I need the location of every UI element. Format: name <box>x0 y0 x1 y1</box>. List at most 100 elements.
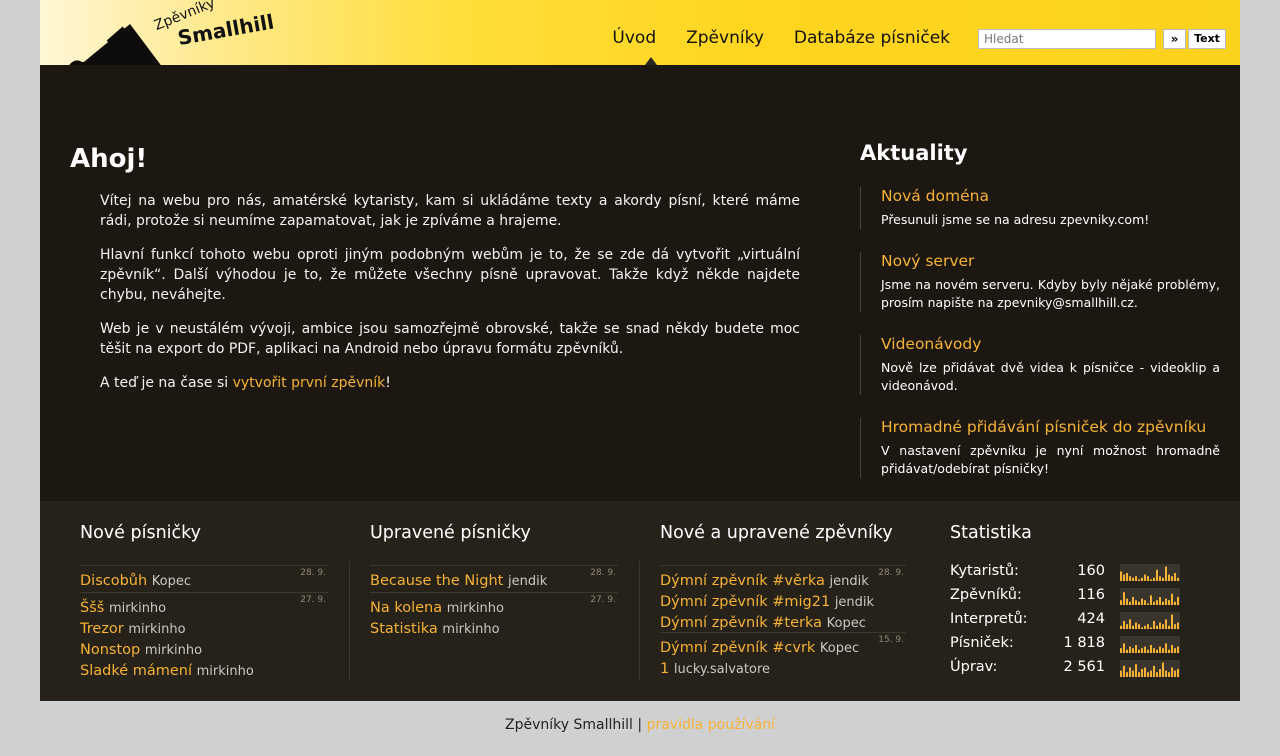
stat-value: 1 818 <box>1063 635 1105 651</box>
sparkline-bar <box>1162 577 1164 581</box>
date-group: 27. 9. Na kolena mirkinho Statistika mirki… <box>370 592 618 640</box>
item-title-link[interactable]: Sladké mámení <box>80 663 192 679</box>
sparkline-bar <box>1171 645 1173 653</box>
list-item: Because the Night jendik <box>370 571 618 592</box>
sparkline-bar <box>1141 598 1143 605</box>
sparkline-bar <box>1153 601 1155 605</box>
sparkline-bar <box>1144 574 1146 581</box>
item-user: jendik <box>507 574 548 589</box>
item-title-link[interactable]: Dýmní zpěvník #věrka <box>660 573 825 589</box>
stat-label: Zpěvníků: <box>950 587 1022 603</box>
item-user: Kopec <box>819 641 860 656</box>
sparkline-bar <box>1129 646 1131 653</box>
main-nav: Úvod Zpěvníky Databáze písniček <box>612 28 950 48</box>
item-user: Kopec <box>151 574 192 589</box>
sparkline-bar <box>1153 621 1155 629</box>
sparkline-bar <box>1120 648 1122 653</box>
sparkline-bar <box>1138 624 1140 629</box>
sparkline-bar <box>1174 648 1176 653</box>
news-item-title[interactable]: Nový server <box>881 252 1220 270</box>
item-user: lucky.salvatore <box>673 662 770 677</box>
intro-text: Vítej na webu pro nás, amatérské kytaris… <box>100 191 800 407</box>
sparkline-bar <box>1153 577 1155 581</box>
main-content: Ahoj! Vítej na webu pro nás, amatérské k… <box>40 65 1240 501</box>
sparkline-bar <box>1126 598 1128 605</box>
list-item: 1 lucky.salvatore <box>660 659 906 680</box>
news-item-title[interactable]: Hromadné přidávání písniček do zpěvníku <box>881 418 1220 436</box>
item-title-link[interactable]: Trezor <box>80 621 124 637</box>
sparkline-bar <box>1159 669 1161 677</box>
news-item: Nová doména Přesunuli jsme se na adresu z… <box>860 187 1220 229</box>
create-songbook-link[interactable]: vytvořit první zpěvník <box>233 375 386 391</box>
sparkline-bar <box>1174 573 1176 581</box>
news-item-title[interactable]: Videonávody <box>881 335 1220 353</box>
copyright: Zpěvníky Smallhill | pravidla používání <box>0 717 1280 733</box>
item-title-link[interactable]: 1 <box>660 661 669 677</box>
item-user: mirkinho <box>108 601 167 616</box>
sparkline-bar <box>1126 573 1128 581</box>
stat-label: Písniček: <box>950 635 1014 651</box>
intro-title: Ahoj! <box>70 144 148 174</box>
stat-row: Úprav: 2 561 <box>950 659 1180 683</box>
sparkline-bar <box>1159 597 1161 605</box>
item-user: mirkinho <box>128 622 186 637</box>
sparkline-bar <box>1138 649 1140 653</box>
sparkline-bar <box>1132 670 1134 677</box>
rules-link[interactable]: pravidla používání <box>647 717 775 733</box>
list-item: Dýmní zpěvník #mig21 jendik <box>660 592 906 613</box>
sparkline-bar <box>1147 576 1149 581</box>
item-title-link[interactable]: Dýmní zpěvník #terka <box>660 615 822 631</box>
sparkline-bar <box>1168 625 1170 629</box>
column-divider <box>349 561 350 681</box>
sparkline-bar <box>1153 665 1155 677</box>
stat-row: Písniček: 1 818 <box>950 635 1180 659</box>
sparkline-bar <box>1165 643 1167 653</box>
stat-value: 2 561 <box>1063 659 1105 675</box>
item-title-link[interactable]: Ššš <box>80 600 104 616</box>
edited-songs-title: Upravené písničky <box>370 523 531 543</box>
sparkline-chart <box>1120 564 1180 581</box>
intro-cta-end: ! <box>385 375 391 391</box>
sparkline-bar <box>1138 672 1140 677</box>
sparkline-chart <box>1120 612 1180 629</box>
list-item: Dýmní zpěvník #terka Kopec <box>660 613 906 634</box>
news-item-title[interactable]: Nová doména <box>881 187 1220 205</box>
item-user: jendik <box>829 574 869 589</box>
intro-paragraph: Hlavní funkcí tohoto webu oproti jiným p… <box>100 247 800 303</box>
sparkline-bar <box>1138 579 1140 581</box>
edited-songs-column: Upravené písničky 28. 9. Because the Nigh… <box>370 501 618 701</box>
nav-uvod[interactable]: Úvod <box>612 28 656 48</box>
item-title-link[interactable]: Dýmní zpěvník #cvrk <box>660 640 815 656</box>
nav-zpevniky[interactable]: Zpěvníky <box>686 28 764 48</box>
sparkline-bar <box>1159 576 1161 581</box>
item-title-link[interactable]: Because the Night <box>370 573 503 589</box>
search-go-button[interactable]: » <box>1163 29 1186 49</box>
item-title-link[interactable]: Discobůh <box>80 573 147 589</box>
new-songs-column: Nové písničky 28. 9. Discobůh Kopec 27. 9.… <box>80 501 328 701</box>
date-group: 28. 9. Because the Night jendik <box>370 565 618 592</box>
item-title-link[interactable]: Na kolena <box>370 600 442 616</box>
sparkline-bar <box>1141 648 1143 653</box>
sparkline-bar <box>1156 672 1158 677</box>
list-item: Dýmní zpěvník #věrka jendik <box>660 571 906 592</box>
search-input[interactable] <box>978 29 1156 49</box>
search-text-button[interactable]: Text <box>1188 29 1226 49</box>
item-title-link[interactable]: Dýmní zpěvník #mig21 <box>660 594 830 610</box>
date-group: 15. 9. Dýmní zpěvník #cvrk Kopec 1 lucky.s… <box>660 632 906 680</box>
item-title-link[interactable]: Nonstop <box>80 642 140 658</box>
sparkline-chart <box>1120 636 1180 653</box>
nav-databaze[interactable]: Databáze písniček <box>794 28 950 48</box>
stats-title: Statistika <box>950 523 1032 543</box>
item-title-link[interactable]: Statistika <box>370 621 438 637</box>
news-item-text: Nově lze přidávat dvě videa k písničce -… <box>881 360 1220 393</box>
list-item: Dýmní zpěvník #cvrk Kopec <box>660 638 906 659</box>
stat-value: 160 <box>1077 563 1105 579</box>
sparkline-bar <box>1126 649 1128 653</box>
sparkline-bar <box>1144 600 1146 605</box>
new-songs-title: Nové písničky <box>80 523 202 543</box>
sparkline-bar <box>1177 669 1179 677</box>
sparkline-bar <box>1144 625 1146 629</box>
sparkline-bar <box>1165 670 1167 677</box>
sparkline-bar <box>1162 624 1164 629</box>
intro-paragraph: Vítej na webu pro nás, amatérské kytaris… <box>100 193 800 229</box>
